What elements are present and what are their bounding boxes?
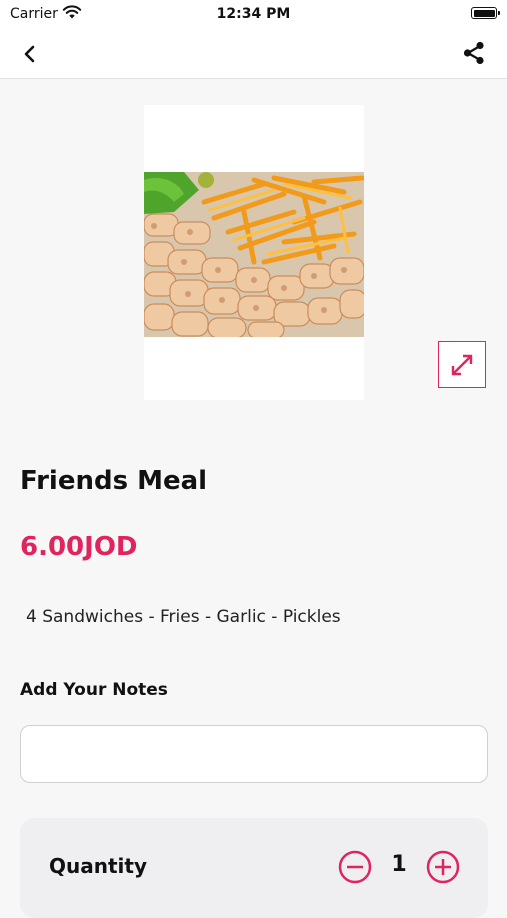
quantity-card: Quantity 1 <box>20 818 488 918</box>
product-description: 4 Sandwiches - Fries - Garlic - Pickles <box>26 607 341 627</box>
plus-circle-icon <box>426 850 460 884</box>
share-icon <box>463 41 484 65</box>
chevron-left-icon <box>24 45 35 63</box>
navigation-bar <box>0 28 507 79</box>
minus-circle-icon <box>338 850 372 884</box>
notes-label: Add Your Notes <box>20 680 168 700</box>
expand-image-button[interactable] <box>438 341 486 388</box>
increase-quantity-button[interactable] <box>426 850 460 884</box>
quantity-label: Quantity <box>49 854 147 878</box>
product-image-card <box>144 105 364 400</box>
product-price: 6.00JOD <box>20 532 138 562</box>
decrease-quantity-button[interactable] <box>338 850 372 884</box>
back-button[interactable] <box>16 40 44 68</box>
food-photo <box>144 172 364 337</box>
quantity-value: 1 <box>391 852 407 877</box>
share-button[interactable] <box>459 38 489 68</box>
battery-icon <box>471 7 500 19</box>
clock: 12:34 PM <box>216 6 291 22</box>
product-name: Friends Meal <box>20 466 208 496</box>
status-bar: Carrier 12:34 PM <box>0 0 507 28</box>
notes-input[interactable] <box>20 725 488 783</box>
expand-arrows-icon <box>451 354 473 375</box>
